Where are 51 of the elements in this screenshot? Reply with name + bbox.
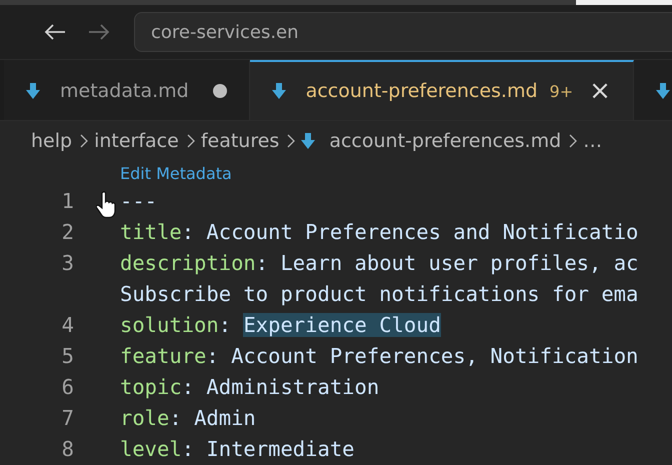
code-text: ---: [120, 188, 158, 212]
chevron-icon: [569, 134, 578, 148]
markdown-icon: [26, 83, 40, 99]
line-number: 1: [60, 188, 74, 212]
markdown-icon: [272, 83, 286, 99]
yaml-key: description: [120, 250, 256, 274]
breadcrumb-item[interactable]: account-preferences.md: [329, 130, 562, 152]
chevron-icon: [287, 134, 296, 148]
breadcrumb-item[interactable]: features: [200, 130, 280, 152]
colon: :: [218, 312, 232, 336]
edit-metadata-link[interactable]: Edit Metadata: [120, 164, 232, 182]
hand-pointer-icon: [96, 191, 116, 219]
line-number: 6: [60, 374, 74, 398]
line-number: 8: [60, 436, 74, 460]
breadcrumb-item[interactable]: help: [31, 130, 72, 152]
yaml-value: Experience Cloud: [243, 312, 441, 336]
line-number: 4: [60, 312, 74, 336]
line-number: 2: [60, 220, 74, 244]
breadcrumb-item[interactable]: …: [583, 130, 602, 152]
colon: :: [206, 344, 219, 368]
chevron-icon: [80, 134, 88, 148]
editor-tab[interactable]: account-preferences.md 9+ ×: [250, 60, 634, 120]
line-number: 7: [60, 406, 74, 430]
close-tab-button[interactable]: ×: [589, 78, 611, 104]
address-field[interactable]: core-services.en: [134, 12, 672, 52]
yaml-value: Learn about user profiles, ac: [280, 250, 638, 274]
markdown-icon: [656, 83, 670, 99]
colon: :: [182, 220, 194, 244]
yaml-value: Intermediate: [206, 436, 355, 460]
code-text: Subscribe to product notifications for ema: [120, 282, 638, 306]
yaml-value: Account Preferences, Notification: [231, 344, 638, 368]
problem-count: 9+: [550, 82, 574, 100]
back-arrow-icon[interactable]: [44, 23, 66, 41]
yaml-key: role: [120, 406, 170, 430]
yaml-key: topic: [120, 374, 182, 398]
colon: :: [169, 406, 182, 430]
colon: :: [182, 436, 194, 460]
line-number: 5: [60, 344, 74, 368]
breadcrumb-item[interactable]: interface: [94, 130, 179, 152]
line-number: 3: [60, 250, 74, 274]
yaml-key: title: [120, 220, 182, 244]
unsaved-dot: [212, 84, 227, 98]
colon: :: [256, 250, 268, 274]
yaml-value: Account Preferences and Notificatio: [206, 220, 638, 244]
chevron-icon: [186, 134, 195, 148]
colon: :: [182, 374, 194, 398]
yaml-value: Admin: [194, 406, 256, 430]
yaml-key: level: [120, 436, 182, 460]
yaml-key: solution: [120, 312, 219, 336]
yaml-key: feature: [120, 344, 206, 368]
yaml-value: Administration: [206, 374, 380, 398]
